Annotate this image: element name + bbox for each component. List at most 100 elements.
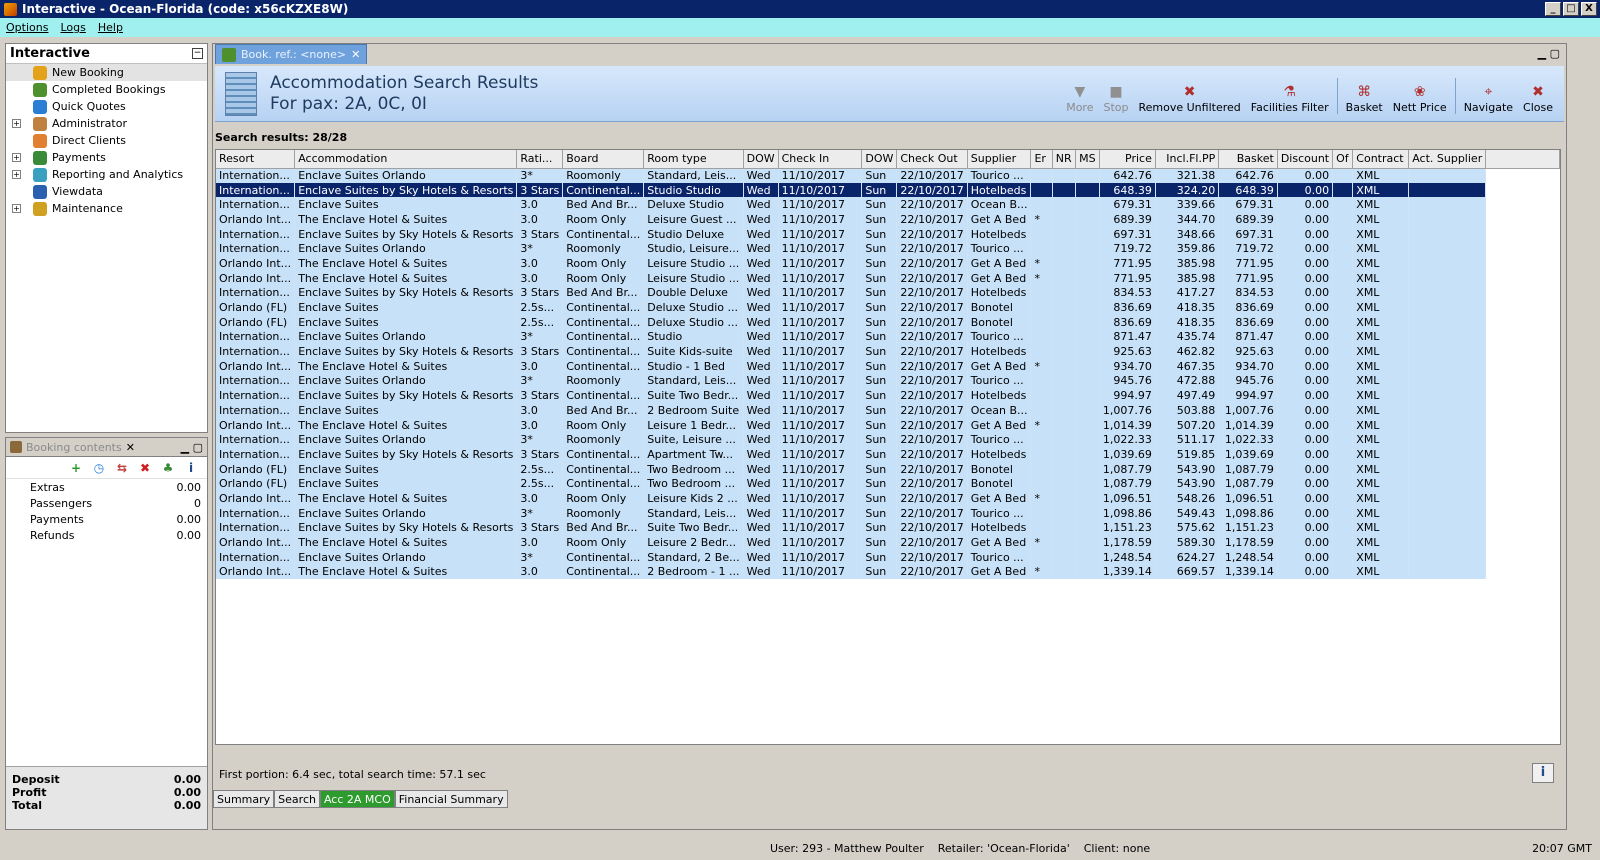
column-header[interactable]: Discount xyxy=(1277,150,1334,169)
column-header[interactable]: Rati... xyxy=(516,150,564,169)
nav-item-direct-clients[interactable]: Direct Clients xyxy=(6,132,207,149)
table-row[interactable]: Internation... Enclave Suites Orlando 3* Ro… xyxy=(216,241,1560,257)
table-row[interactable]: Internation... Enclave Suites Orlando 3* Ro… xyxy=(216,373,1560,389)
palm-icon[interactable]: ♣ xyxy=(160,460,176,476)
column-header[interactable]: Contract xyxy=(1352,150,1410,169)
nav-item-quick-quotes[interactable]: Quick Quotes xyxy=(6,98,207,115)
table-row[interactable]: Orlando Int... The Enclave Hotel & Suites… xyxy=(216,358,1560,374)
main-window-controls[interactable]: ▁ ▢ xyxy=(1538,47,1566,64)
table-row[interactable]: Orlando Int... The Enclave Hotel & Suites… xyxy=(216,212,1560,227)
menu-logs[interactable]: Logs xyxy=(60,21,85,34)
column-header[interactable]: Price xyxy=(1099,150,1156,169)
delete-icon[interactable]: ✖ xyxy=(137,460,153,476)
table-row[interactable]: Orlando Int... The Enclave Hotel & Suites… xyxy=(216,256,1560,271)
tab-acc-2a-mco[interactable]: Acc 2A MCO xyxy=(319,790,395,808)
column-header[interactable]: Room type xyxy=(643,150,744,169)
column-header[interactable]: Act. Supplier xyxy=(1408,150,1487,169)
table-cell: 689.39 xyxy=(1099,212,1156,227)
expand-icon[interactable]: + xyxy=(12,170,21,179)
column-header[interactable]: Resort xyxy=(216,150,296,169)
table-row[interactable]: Internation... Enclave Suites Orlando 3* Co… xyxy=(216,549,1560,565)
info-icon[interactable]: i xyxy=(183,460,199,476)
minimize-button[interactable]: _ xyxy=(1545,2,1561,16)
column-header[interactable]: DOW xyxy=(743,150,779,169)
column-header[interactable]: NR xyxy=(1052,150,1077,169)
nav-item-payments[interactable]: + Payments xyxy=(6,149,207,166)
expand-icon[interactable]: + xyxy=(12,204,21,213)
column-header[interactable]: Check Out xyxy=(896,150,968,169)
nett-price-button[interactable]: ❀ Nett Price xyxy=(1388,83,1452,114)
table-row[interactable]: Internation... Enclave Suites Orlando 3* Ro… xyxy=(216,168,1560,183)
close-button[interactable]: ✖ Close xyxy=(1518,83,1558,114)
nav-item-viewdata[interactable]: Viewdata xyxy=(6,183,207,200)
collapse-icon[interactable]: − xyxy=(192,48,203,59)
column-header[interactable]: MS xyxy=(1075,150,1100,169)
close-icon[interactable]: ✕ xyxy=(126,441,135,454)
info-button[interactable]: i xyxy=(1532,763,1554,783)
nav-item-administrator[interactable]: + Administrator xyxy=(6,115,207,132)
stop-button[interactable]: ■ Stop xyxy=(1098,83,1133,114)
column-header[interactable]: Accommodation xyxy=(294,150,518,169)
table-row[interactable]: Orlando (FL) Enclave Suites 2.5s... Contine… xyxy=(216,461,1560,477)
table-row[interactable]: Orlando (FL) Enclave Suites 2.5s... Contine… xyxy=(216,314,1560,330)
menu-options[interactable]: Options xyxy=(6,21,48,34)
nav-item-maintenance[interactable]: + Maintenance xyxy=(6,200,207,217)
close-tab-icon[interactable]: ✕ xyxy=(351,48,360,61)
booking-ref-tab[interactable]: Book. ref.: <none> ✕ xyxy=(215,44,368,64)
table-row[interactable]: Internation... Enclave Suites by Sky Hote… xyxy=(216,226,1560,242)
transfer-icon[interactable]: ⇆ xyxy=(114,460,130,476)
table-row[interactable]: Internation... Enclave Suites Orlando 3* Ro… xyxy=(216,505,1560,521)
column-header[interactable]: Supplier xyxy=(967,150,1032,169)
table-cell: 0.00 xyxy=(1277,314,1334,330)
remove-unfiltered-button[interactable]: ✖ Remove Unfiltered xyxy=(1134,83,1246,114)
table-row[interactable]: Orlando Int... The Enclave Hotel & Suites… xyxy=(216,535,1560,550)
tab-financial-summary[interactable]: Financial Summary xyxy=(394,790,508,808)
table-row[interactable]: Orlando (FL) Enclave Suites 2.5s... Contine… xyxy=(216,300,1560,315)
table-row[interactable]: Orlando Int... The Enclave Hotel & Suites… xyxy=(216,491,1560,506)
navigate-button[interactable]: ⌖ Navigate xyxy=(1459,83,1518,114)
maximize-button[interactable]: □ xyxy=(1563,2,1579,16)
add-icon[interactable]: + xyxy=(68,460,84,476)
more-button[interactable]: ▼ More xyxy=(1061,83,1098,114)
table-row[interactable]: Internation... Enclave Suites 3.0 Bed And B… xyxy=(216,197,1560,213)
table-row[interactable]: Orlando Int... The Enclave Hotel & Suites… xyxy=(216,417,1560,433)
clock-icon[interactable]: ◷ xyxy=(91,460,107,476)
table-cell xyxy=(1408,358,1487,374)
expand-icon[interactable]: + xyxy=(12,119,21,128)
table-row[interactable]: Internation... Enclave Suites 3.0 Bed And B… xyxy=(216,403,1560,418)
column-header[interactable]: Incl.Fl.PP xyxy=(1155,150,1220,169)
nav-item-reporting-and-analytics[interactable]: + Reporting and Analytics xyxy=(6,166,207,183)
menu-help[interactable]: Help xyxy=(98,21,123,34)
column-header[interactable]: DOW xyxy=(861,150,898,169)
column-header[interactable]: Of xyxy=(1332,150,1354,169)
table-row[interactable]: Internation... Enclave Suites Orlando 3* Co… xyxy=(216,329,1560,345)
table-row[interactable]: Internation... Enclave Suites by Sky Hote… xyxy=(216,344,1560,359)
basket-button[interactable]: ⌘ Basket xyxy=(1341,83,1388,114)
column-header[interactable]: Check In xyxy=(778,150,863,169)
tab-search[interactable]: Search xyxy=(274,790,320,808)
table-row[interactable]: Internation... Enclave Suites Orlando 3* Ro… xyxy=(216,432,1560,448)
table-row[interactable]: Orlando (FL) Enclave Suites 2.5s... Contine… xyxy=(216,476,1560,492)
table-row[interactable]: Internation... Enclave Suites by Sky Hote… xyxy=(216,388,1560,403)
column-header[interactable]: Basket xyxy=(1218,150,1278,169)
table-row[interactable]: Internation... Enclave Suites by Sky Hote… xyxy=(216,447,1560,462)
page-title: Accommodation Search Results xyxy=(270,73,539,93)
table-row[interactable]: Internation... Enclave Suites by Sky Hote… xyxy=(216,285,1560,301)
booking-contents-tab[interactable]: Booking contents ✕ xyxy=(10,441,135,454)
table-row[interactable]: Internation... Enclave Suites by Sky Hote… xyxy=(216,520,1560,536)
panel-window-controls[interactable]: ▁ ▢ xyxy=(181,441,203,454)
table-cell: 11/10/2017 xyxy=(778,212,863,227)
nav-item-completed-bookings[interactable]: Completed Bookings xyxy=(6,81,207,98)
column-header[interactable]: Er xyxy=(1030,150,1053,169)
table-cell xyxy=(1408,564,1487,580)
table-row[interactable]: Orlando Int... The Enclave Hotel & Suites… xyxy=(216,270,1560,286)
column-header[interactable]: Board xyxy=(562,150,645,169)
facilities-filter-button[interactable]: ⚗ Facilities Filter xyxy=(1246,83,1334,114)
table-row[interactable]: Internation... Enclave Suites by Sky Hote… xyxy=(216,182,1560,198)
close-window-button[interactable]: X xyxy=(1581,2,1597,16)
expand-icon[interactable]: + xyxy=(12,153,21,162)
nav-item-new-booking[interactable]: New Booking xyxy=(6,64,207,81)
table-row[interactable]: Orlando Int... The Enclave Hotel & Suites… xyxy=(216,564,1560,580)
tab-summary[interactable]: Summary xyxy=(213,790,275,808)
table-cell: Internation... xyxy=(216,285,296,301)
